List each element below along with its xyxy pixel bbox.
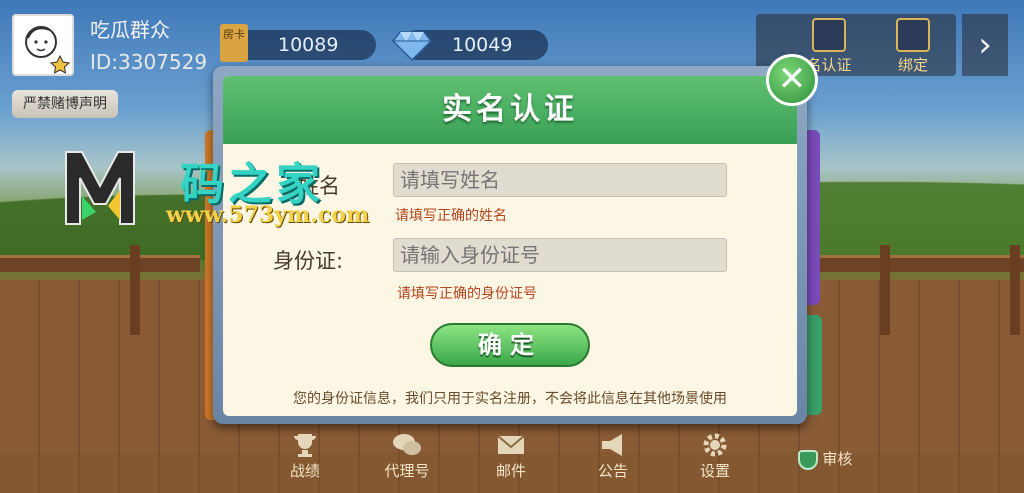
nav-settings-label: 设置 [699, 462, 730, 480]
avatar[interactable] [12, 14, 74, 76]
id-number-input[interactable] [393, 238, 727, 272]
nav-settings[interactable]: 设置 [680, 432, 750, 481]
bind-label: 绑定 [897, 56, 928, 74]
watermark-url: www.573ym.com [166, 202, 370, 228]
expand-arrow-button[interactable]: › [962, 14, 1008, 76]
dialog-title: 实名认证 [442, 92, 578, 127]
trophy-icon [294, 434, 316, 457]
nav-notice[interactable]: 公告 [578, 432, 648, 481]
nav-notice-label: 公告 [597, 462, 628, 480]
player-nickname: 吃瓜群众 [90, 18, 170, 42]
room-card-icon: 房卡 [220, 24, 248, 62]
railing-post [130, 245, 140, 335]
close-button[interactable]: ✕ [766, 54, 818, 106]
railing-left [0, 255, 200, 272]
id-card-icon [812, 18, 846, 52]
privacy-notice: 您的身份证信息，我们只用于实名注册，不会将此信息在其他场景使用 [293, 391, 727, 407]
gambling-ban-button[interactable]: 严禁赌博声明 [12, 90, 118, 118]
nav-record[interactable]: 战绩 [270, 432, 340, 481]
bind-button[interactable]: 绑定 [884, 14, 942, 76]
nav-review-label: 审核 [822, 450, 853, 468]
name-input[interactable] [393, 163, 727, 197]
shield-icon [797, 449, 818, 470]
link-icon [896, 18, 930, 52]
room-card-count: 10089 [278, 34, 339, 56]
avatar-image [25, 26, 71, 74]
id-number-hint: 请填写正确的身份证号 [397, 286, 537, 302]
nav-review[interactable]: 审核 [780, 448, 870, 470]
nav-agent-label: 代理号 [384, 462, 430, 480]
railing-post [880, 245, 890, 335]
railing-post [1010, 245, 1020, 335]
chat-icon [393, 434, 421, 455]
nav-mail[interactable]: 邮件 [476, 432, 546, 481]
nav-agent[interactable]: 代理号 [372, 432, 442, 481]
confirm-button[interactable]: 确定 [430, 323, 590, 367]
diamond-icon [392, 31, 432, 62]
id-number-label: 身份证: [273, 249, 344, 273]
player-id: ID:3307529 [90, 50, 208, 74]
nav-record-label: 战绩 [289, 462, 320, 480]
mail-icon [497, 435, 525, 454]
watermark-logo [65, 151, 135, 225]
diamond-count: 10049 [452, 34, 513, 56]
nav-mail-label: 邮件 [495, 462, 526, 480]
megaphone-icon [602, 434, 622, 456]
name-hint: 请填写正确的姓名 [395, 208, 507, 224]
railing-right [820, 255, 1024, 272]
gear-icon [703, 433, 727, 457]
room-card-counter: 10089 [230, 30, 376, 60]
